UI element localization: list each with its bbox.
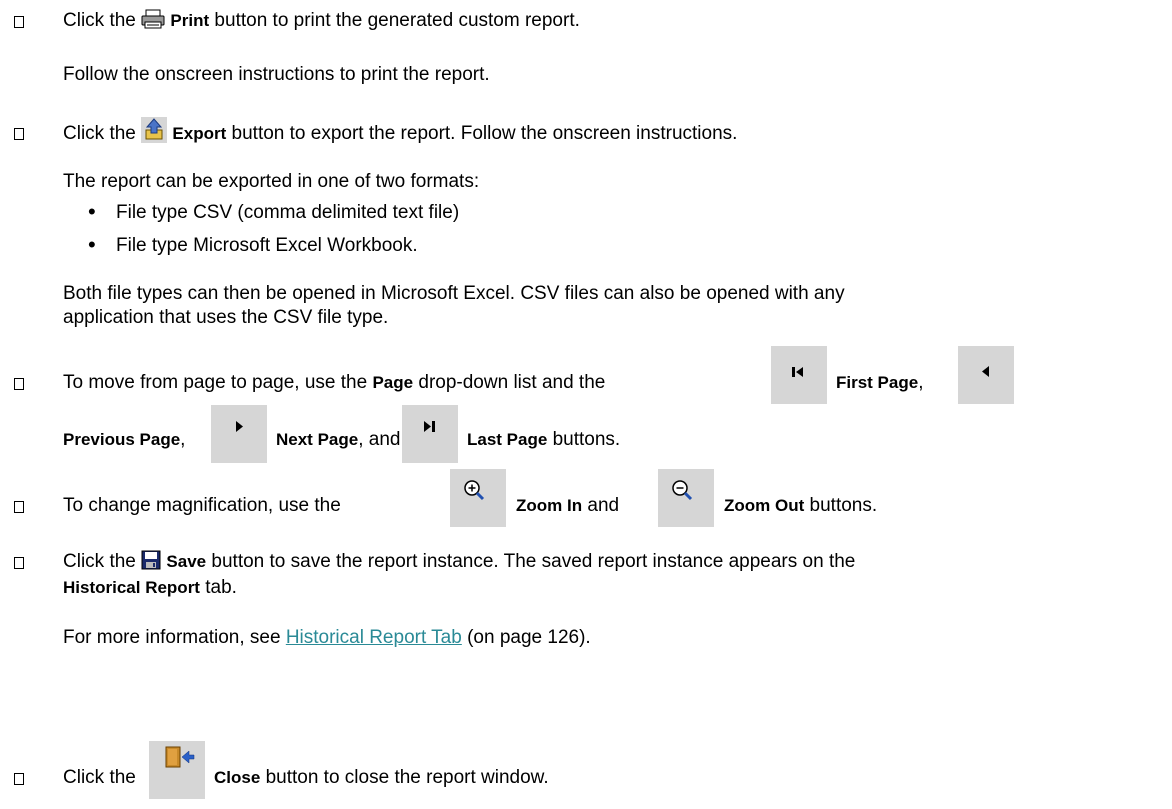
- print-button-label: Print: [170, 11, 210, 30]
- square-bullet: [14, 128, 24, 140]
- save-instruction: Click the Save button to save the report…: [63, 550, 856, 572]
- export-para-line1: Both file types can then be opened in Mi…: [63, 283, 845, 304]
- zoom-instruction: To change magnification, use the: [63, 495, 341, 516]
- square-bullet: [14, 773, 24, 785]
- print-note: Follow the onscreen instructions to prin…: [63, 64, 490, 85]
- export-intro: The report can be exported in one of two…: [63, 171, 480, 192]
- export-button-label: Export: [172, 124, 227, 144]
- export-para-line2: application that uses the CSV file type.: [63, 307, 389, 328]
- next-page-label: Next Page: [276, 430, 359, 449]
- next-page-icon: [211, 405, 267, 463]
- first-page-icon: [771, 346, 827, 404]
- format-item: File type CSV (comma delimited text file…: [116, 202, 460, 223]
- zoom-in-icon: [450, 469, 506, 527]
- round-bullet: •: [88, 199, 96, 224]
- zoom-out-label: Zoom Out: [724, 496, 805, 515]
- round-bullet: •: [88, 232, 96, 257]
- printer-icon: [141, 9, 165, 29]
- close-button-label: Close: [214, 768, 261, 787]
- historical-report-tab-link[interactable]: Historical Report Tab: [286, 627, 462, 648]
- square-bullet: [14, 16, 24, 28]
- previous-page-icon: [958, 346, 1014, 404]
- close-door-icon: [149, 741, 205, 799]
- first-page-label: First Page: [836, 373, 919, 392]
- historical-report-tab-label: Historical Report: [63, 578, 200, 597]
- paging-instruction-line1: To move from page to page, use the Page …: [63, 372, 606, 393]
- export-icon: [141, 117, 168, 143]
- square-bullet: [14, 557, 24, 569]
- print-instruction: Click the Print button to print the gene…: [63, 9, 580, 31]
- square-bullet: [14, 378, 24, 390]
- previous-page-label: Previous Page: [63, 430, 181, 449]
- zoom-in-label: Zoom In: [516, 496, 583, 515]
- paging-instruction-line2: Previous Page,: [63, 429, 186, 450]
- more-info-line: For more information, see Historical Rep…: [63, 627, 591, 648]
- last-page-label: Last Page: [467, 430, 548, 449]
- document-page: Click the Print button to print the gene…: [0, 0, 1172, 809]
- square-bullet: [14, 501, 24, 513]
- save-button-label: Save: [166, 552, 207, 571]
- export-instruction: Click the Export button to export the re…: [63, 117, 737, 147]
- close-instruction-pre: Click the: [63, 767, 136, 788]
- format-item: File type Microsoft Excel Workbook.: [116, 235, 418, 256]
- zoom-out-icon: [658, 469, 714, 527]
- last-page-icon: [402, 405, 458, 463]
- save-icon: [141, 550, 161, 570]
